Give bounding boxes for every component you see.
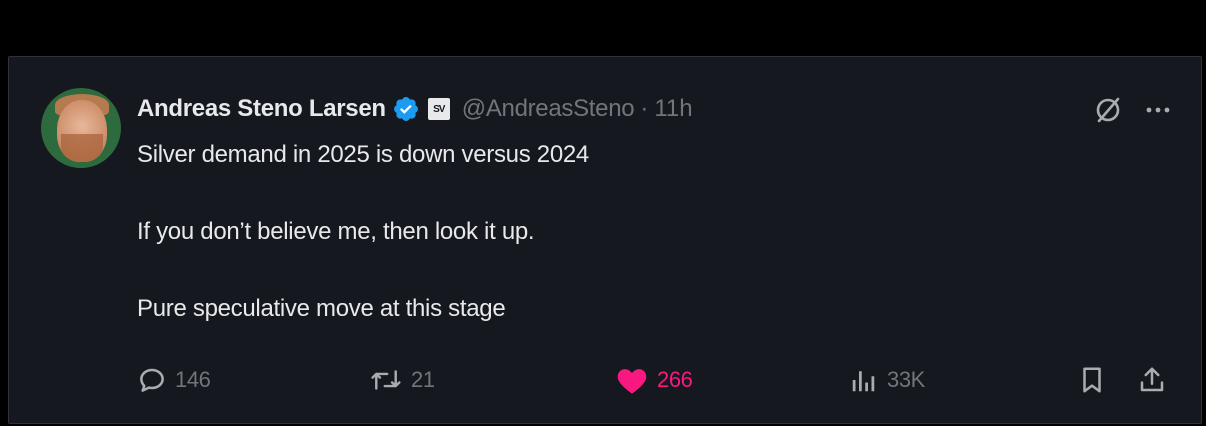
repost-icon xyxy=(371,370,401,390)
affiliation-badge[interactable]: SV xyxy=(427,98,450,120)
bookmark-icon xyxy=(1083,367,1101,393)
tweet-line-3: Pure speculative move at this stage xyxy=(137,295,506,322)
grok-icon[interactable] xyxy=(1093,95,1123,125)
like-button[interactable]: 266 xyxy=(615,363,693,397)
verified-badge-icon xyxy=(393,97,418,121)
like-count: 266 xyxy=(657,367,693,392)
author-handle[interactable]: @AndreasSteno xyxy=(462,95,635,123)
tweet-timestamp[interactable]: 11h xyxy=(654,95,692,123)
author-name[interactable]: Andreas Steno Larsen xyxy=(137,95,386,123)
view-count: 33K xyxy=(887,367,925,392)
header-separator: · xyxy=(640,95,649,122)
reply-icon xyxy=(140,368,164,392)
avatar[interactable] xyxy=(41,88,121,168)
tweet-header: Andreas Steno Larsen SV @AndreasSteno · … xyxy=(137,93,693,125)
top-actions xyxy=(1093,95,1171,125)
share-icon xyxy=(1140,367,1164,392)
tweet-line-2: If you don’t believe me, then look it up… xyxy=(137,218,535,245)
repost-button[interactable]: 21 xyxy=(369,363,435,397)
heart-icon xyxy=(617,369,647,394)
action-bar: 146 21 266 33K xyxy=(137,363,1175,397)
more-icon[interactable] xyxy=(1145,105,1171,115)
views-button[interactable]: 33K xyxy=(849,363,925,397)
views-icon xyxy=(852,371,875,392)
reply-count: 146 xyxy=(175,367,211,392)
tweet-card[interactable]: Andreas Steno Larsen SV @AndreasSteno · … xyxy=(8,56,1202,424)
repost-count: 21 xyxy=(411,367,435,392)
share-button[interactable] xyxy=(1137,363,1167,397)
reply-button[interactable]: 146 xyxy=(137,363,211,397)
bookmark-button[interactable] xyxy=(1077,363,1107,397)
tweet-line-1: Silver demand in 2025 is down versus 202… xyxy=(137,141,589,168)
tweet-body: Silver demand in 2025 is down versus 202… xyxy=(137,139,589,325)
avatar-beard xyxy=(61,134,103,162)
